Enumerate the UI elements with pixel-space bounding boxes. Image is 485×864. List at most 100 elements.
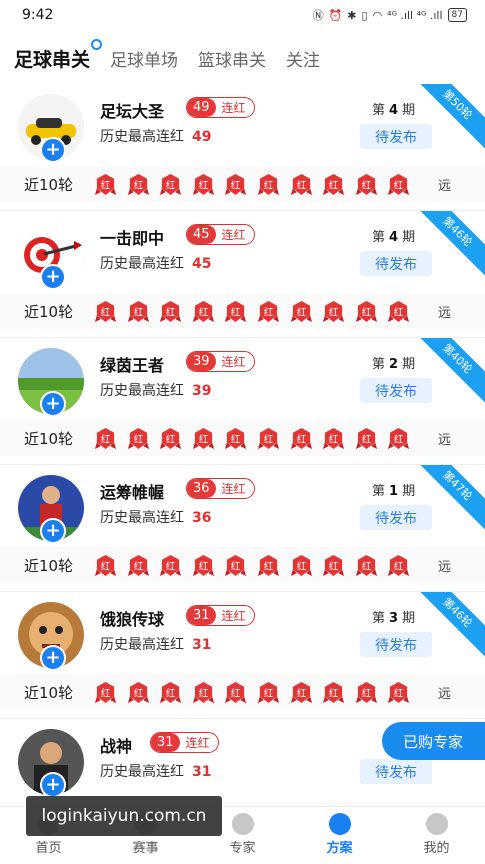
far-label: 远 (438, 686, 452, 702)
follow-plus-icon[interactable]: + (40, 645, 66, 671)
win-badge-icon: 红 (322, 300, 345, 323)
win-badge-icon: 红 (257, 554, 280, 577)
win-badge-icon: 红 (127, 300, 150, 323)
result-badges: 红红红红红红红红红红 (94, 427, 410, 450)
svg-text:红: 红 (231, 179, 241, 191)
period-prefix: 第 (372, 484, 386, 499)
expert-card[interactable]: + 运筹帷幄 36 连红 历史最高连红 36 第 1 期待发布 第47轮 近10轮红红红红红红红红红… (0, 465, 485, 592)
follow-plus-icon[interactable]: + (40, 264, 66, 290)
win-badge-icon: 红 (127, 681, 150, 704)
expert-card[interactable]: + 一击即中 45 连红 历史最高连红 45 第 4 期待发布 第46轮 近10轮红红红红红红红红红… (0, 211, 485, 338)
win-badge-icon: 红 (355, 681, 378, 704)
win-badge-icon: 红 (127, 427, 150, 450)
recent-results: 近10轮 红 红 红 红 红 红 红 红 红 红 远 (0, 420, 485, 456)
pending-release-button[interactable]: 待发布 (360, 632, 432, 657)
period-number: 4 (389, 230, 399, 245)
nav-profile[interactable]: 我的 (388, 807, 485, 864)
expert-name: 战神 (100, 737, 133, 756)
recent-label: 近10轮 (24, 556, 74, 575)
svg-text:红: 红 (101, 306, 111, 318)
pending-release-button[interactable]: 待发布 (360, 124, 432, 149)
period-suffix: 期 (402, 611, 416, 626)
win-badge-icon: 红 (387, 554, 410, 577)
svg-text:红: 红 (394, 433, 404, 445)
svg-text:红: 红 (394, 687, 404, 699)
purchased-experts-button[interactable]: 已购专家 (382, 722, 485, 760)
win-badge-icon: 红 (94, 554, 117, 577)
win-badge-icon: 红 (355, 427, 378, 450)
recent-results: 近10轮 红 红 红 红 红 红 红 红 红 红 远 (0, 674, 485, 710)
svg-text:红: 红 (394, 179, 404, 191)
pending-release-button[interactable]: 待发布 (360, 378, 432, 403)
pending-release-button[interactable]: 待发布 (360, 251, 432, 276)
nav-plans[interactable]: 方案 (291, 807, 388, 864)
period-info: 第3期 (372, 607, 415, 626)
recent-results: 近10轮 红 红 红 红 红 红 红 红 红 红 远 (0, 293, 485, 329)
plan-icon (328, 813, 351, 835)
expert-card[interactable]: + 饿狼传球 31 连红 历史最高连红 31 第 3 期待发布 第46轮 近10轮红红红红红红红红红… (0, 592, 485, 719)
win-badge-icon: 红 (355, 173, 378, 196)
tab-basketball-parlay[interactable]: 篮球串关 (198, 46, 266, 71)
svg-text:红: 红 (361, 306, 371, 318)
win-badge-icon: 红 (224, 173, 247, 196)
win-badge-icon: 红 (290, 554, 313, 577)
win-badge-icon: 红 (290, 681, 313, 704)
expert-card[interactable]: + 绿茵王者 39 连红 历史最高连红 39 第 2 期待发布 第40轮 近10轮红红红红红红红红红… (0, 338, 485, 465)
win-badge-icon: 红 (257, 173, 280, 196)
period-info: 第4期 (372, 226, 415, 245)
expert-card[interactable]: + 足坛大圣 49 连红 历史最高连红 49 第 4 期待发布 第50轮 近10轮红红红红红红红红红… (0, 84, 485, 211)
follow-plus-icon[interactable]: + (40, 772, 66, 798)
follow-plus-icon[interactable]: + (40, 137, 66, 163)
svg-text:红: 红 (361, 179, 371, 191)
win-badge-icon: 红 (257, 681, 280, 704)
tab-football-parlay[interactable]: 足球串关 (14, 38, 103, 72)
streak-label: 连红 (221, 355, 246, 369)
win-badge-icon: 红 (192, 554, 215, 577)
history-value: 39 (192, 383, 212, 399)
svg-text:红: 红 (231, 560, 241, 572)
period-info: 第1期 (372, 480, 415, 499)
svg-text:红: 红 (329, 560, 339, 572)
nfc-icon: Ⓝ (312, 9, 324, 22)
svg-text:红: 红 (198, 179, 208, 191)
recent-results: 近10轮 红 红 红 红 红 红 红 红 红 红 远 (0, 547, 485, 583)
pending-release-button[interactable]: 待发布 (360, 759, 432, 784)
svg-text:红: 红 (133, 179, 143, 191)
recent-label: 近10轮 (24, 175, 74, 194)
win-badge-icon: 红 (127, 554, 150, 577)
follow-plus-icon[interactable]: + (40, 518, 66, 544)
streak-badge: 31 连红 (150, 732, 219, 753)
streak-label: 连红 (221, 101, 246, 115)
expert-name: 一击即中 (100, 229, 165, 248)
svg-text:红: 红 (166, 179, 176, 191)
win-badge-icon: 红 (192, 681, 215, 704)
svg-text:红: 红 (133, 306, 143, 318)
history-value: 49 (192, 129, 212, 145)
streak-count: 45 (187, 225, 216, 244)
period-info: 第2期 (372, 353, 415, 372)
win-badge-icon: 红 (94, 300, 117, 323)
watermark: loginkaiyun.com.cn (26, 796, 222, 836)
win-badge-icon: 红 (355, 554, 378, 577)
period-suffix: 期 (402, 357, 416, 372)
bluetooth-icon: ✱ (347, 8, 357, 22)
history-value: 36 (192, 510, 212, 526)
pending-release-button[interactable]: 待发布 (360, 505, 432, 530)
tab-football-single[interactable]: 足球单场 (110, 46, 178, 71)
win-badge-icon: 红 (159, 427, 182, 450)
svg-text:红: 红 (133, 687, 143, 699)
recent-label: 近10轮 (24, 302, 74, 321)
streak-count: 36 (187, 479, 216, 498)
svg-text:红: 红 (133, 433, 143, 445)
tab-follow[interactable]: 关注 (286, 46, 320, 71)
recent-results: 近10轮 红 红 红 红 红 红 红 红 红 红 远 (0, 166, 485, 202)
recent-label: 近10轮 (24, 429, 74, 448)
win-badge-icon: 红 (387, 427, 410, 450)
win-badge-icon: 红 (94, 427, 117, 450)
period-prefix: 第 (372, 357, 386, 372)
follow-plus-icon[interactable]: + (40, 391, 66, 417)
win-badge-icon: 红 (94, 681, 117, 704)
period-prefix: 第 (372, 230, 386, 245)
svg-text:红: 红 (296, 306, 306, 318)
win-badge-icon: 红 (192, 173, 215, 196)
